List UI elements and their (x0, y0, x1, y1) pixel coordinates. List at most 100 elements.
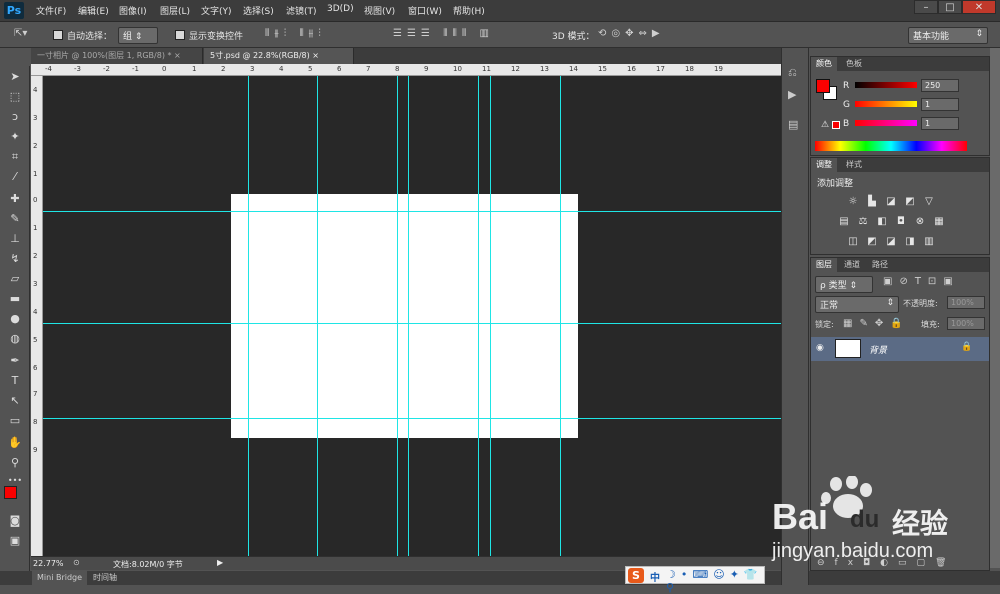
gradient-map-icon[interactable]: ▥ (923, 236, 935, 247)
guide-horizontal[interactable] (43, 418, 781, 419)
blend-mode-dropdown[interactable]: 正常 ⇕ (815, 296, 899, 313)
black-white-icon[interactable]: ◧ (876, 216, 888, 227)
move-tool-icon[interactable]: ➤ (5, 68, 25, 86)
zoom-level[interactable]: 22.77% (33, 559, 64, 568)
shape-tool-icon[interactable]: ▭ (5, 412, 25, 430)
minimize-button[interactable]: – (914, 0, 938, 14)
tab-close-icon[interactable]: × (312, 51, 319, 60)
menu-view[interactable]: 视图(V) (364, 4, 395, 17)
selective-color-icon[interactable]: ◨ (904, 236, 916, 247)
invert-icon[interactable]: ◫ (847, 236, 859, 247)
exposure-icon[interactable]: ◩ (904, 196, 916, 207)
marquee-tool-icon[interactable]: ⬚ (5, 88, 25, 106)
menu-file[interactable]: 文件(F) (36, 4, 66, 17)
menu-image[interactable]: 图像(I) (119, 4, 147, 17)
path-select-icon[interactable]: ↖ (5, 392, 25, 410)
eyedropper-icon[interactable]: ⁄ (5, 168, 25, 186)
guide-vertical[interactable] (408, 76, 409, 556)
color-balance-icon[interactable]: ⚖ (857, 216, 869, 227)
menu-edit[interactable]: 编辑(E) (78, 4, 109, 17)
hand-tool-icon[interactable]: ✋ (5, 434, 25, 452)
document-canvas[interactable] (231, 194, 578, 438)
curves-icon[interactable]: ◪ (885, 196, 897, 207)
menu-layer[interactable]: 图层(L) (160, 4, 190, 17)
menu-window[interactable]: 窗口(W) (408, 4, 442, 17)
quick-mask-icon[interactable]: ◙ (5, 512, 25, 530)
channel-r-field[interactable]: 250 (921, 79, 959, 92)
gamut-swatch[interactable] (832, 121, 840, 129)
menu-type[interactable]: 文字(Y) (201, 4, 232, 17)
opacity-field[interactable]: 100% (947, 296, 985, 309)
tab-adjustments[interactable]: 调整 (811, 158, 837, 172)
photo-filter-icon[interactable]: ◘ (895, 216, 907, 227)
distribute-icons[interactable]: ☰☰☰ ⦀⦀⦀ ▥ (393, 28, 494, 39)
menu-filter[interactable]: 滤镜(T) (286, 4, 317, 17)
sogou-logo-icon[interactable]: S (628, 568, 644, 583)
actions-play-icon[interactable]: ▶ (788, 88, 796, 101)
history-icon[interactable]: ⎌ (788, 66, 797, 80)
brightness-icon[interactable]: ☼ (847, 196, 859, 207)
guide-vertical[interactable] (317, 76, 318, 556)
tab-swatches[interactable]: 色板 (841, 57, 867, 71)
blur-tool-icon[interactable]: ● (5, 310, 25, 328)
lock-icons[interactable]: ▦✎✥🔒 (843, 318, 910, 329)
channel-mixer-icon[interactable]: ⊗ (914, 216, 926, 227)
layer-row-background[interactable]: ◉ 背景 🔒 (811, 337, 989, 361)
magic-wand-icon[interactable]: ✦ (5, 128, 25, 146)
properties-icon[interactable]: ▤ (788, 118, 798, 131)
guide-vertical[interactable] (478, 76, 479, 556)
screen-mode-icon[interactable]: ▣ (5, 532, 25, 550)
levels-icon[interactable]: ▙ (866, 196, 878, 207)
fill-field[interactable]: 100% (947, 317, 985, 330)
tab-styles[interactable]: 样式 (841, 158, 867, 172)
menu-select[interactable]: 选择(S) (243, 4, 274, 17)
guide-horizontal[interactable] (43, 323, 781, 324)
color-spectrum-ramp[interactable] (815, 141, 967, 151)
channel-g-slider[interactable] (855, 101, 917, 107)
channel-b-field[interactable]: 1 (921, 117, 959, 130)
zoom-tool-icon[interactable]: ⚲ (5, 454, 25, 472)
pen-tool-icon[interactable]: ✒ (5, 352, 25, 370)
status-menu-arrow-icon[interactable]: ▶ (217, 558, 223, 567)
menu-help[interactable]: 帮助(H) (453, 4, 485, 17)
guide-vertical[interactable] (560, 76, 561, 556)
tab-document-1[interactable]: 一寸相片 @ 100%(图层 1, RGB/8) * × (31, 48, 203, 64)
align-icons[interactable]: ⫴⫵⫶ ⫴⫵⫶ (265, 28, 326, 39)
restore-button[interactable]: □ (938, 0, 962, 14)
channel-r-slider[interactable] (855, 82, 917, 88)
menu-3d[interactable]: 3D(D) (327, 4, 354, 14)
threshold-icon[interactable]: ◪ (885, 236, 897, 247)
move-tool-icon[interactable]: ⇱▾ (14, 28, 27, 39)
guide-vertical[interactable] (248, 76, 249, 556)
guide-vertical[interactable] (490, 76, 491, 556)
tab-color[interactable]: 颜色 (811, 57, 837, 71)
history-brush-icon[interactable]: ↯ (5, 250, 25, 268)
tab-document-2[interactable]: 5寸.psd @ 22.8%(RGB/8) × (204, 48, 354, 64)
ime-tool-icons[interactable]: ☽•⌨☺✦👕⚲ (666, 568, 764, 594)
foreground-color-swatch[interactable] (4, 486, 17, 499)
lasso-tool-icon[interactable]: ↄ (5, 108, 25, 126)
workspace-dropdown[interactable]: 基本功能 ⇕ (908, 27, 988, 44)
tab-channels[interactable]: 通道 (839, 258, 865, 272)
crop-tool-icon[interactable]: ⌗ (5, 148, 25, 166)
layer-name[interactable]: 背景 (869, 343, 887, 356)
tab-layers[interactable]: 图层 (811, 258, 837, 272)
type-tool-icon[interactable]: T (5, 372, 25, 390)
posterize-icon[interactable]: ◩ (866, 236, 878, 247)
healing-brush-icon[interactable]: ✚ (5, 190, 25, 208)
3d-mode-icons[interactable]: ⟲◎✥⇔▶ (598, 28, 665, 39)
visibility-eye-icon[interactable]: ◉ (816, 343, 824, 353)
tab-mini-bridge[interactable]: Mini Bridge (32, 571, 88, 585)
guide-vertical[interactable] (397, 76, 398, 556)
canvas-area[interactable] (43, 76, 781, 556)
channel-g-field[interactable]: 1 (921, 98, 959, 111)
color-foreground-swatch[interactable] (816, 79, 830, 93)
vibrance-icon[interactable]: ▽ (923, 196, 935, 207)
tab-paths[interactable]: 路径 (867, 258, 893, 272)
show-transform-checkbox[interactable] (175, 30, 185, 40)
color-lookup-icon[interactable]: ▦ (933, 216, 945, 227)
close-button[interactable]: ✕ (962, 0, 996, 14)
dodge-tool-icon[interactable]: ◍ (5, 330, 25, 348)
layer-filter-dropdown[interactable]: ρ 类型 ⇕ (815, 276, 873, 293)
auto-select-dropdown[interactable]: 组 ⇕ (118, 27, 158, 44)
